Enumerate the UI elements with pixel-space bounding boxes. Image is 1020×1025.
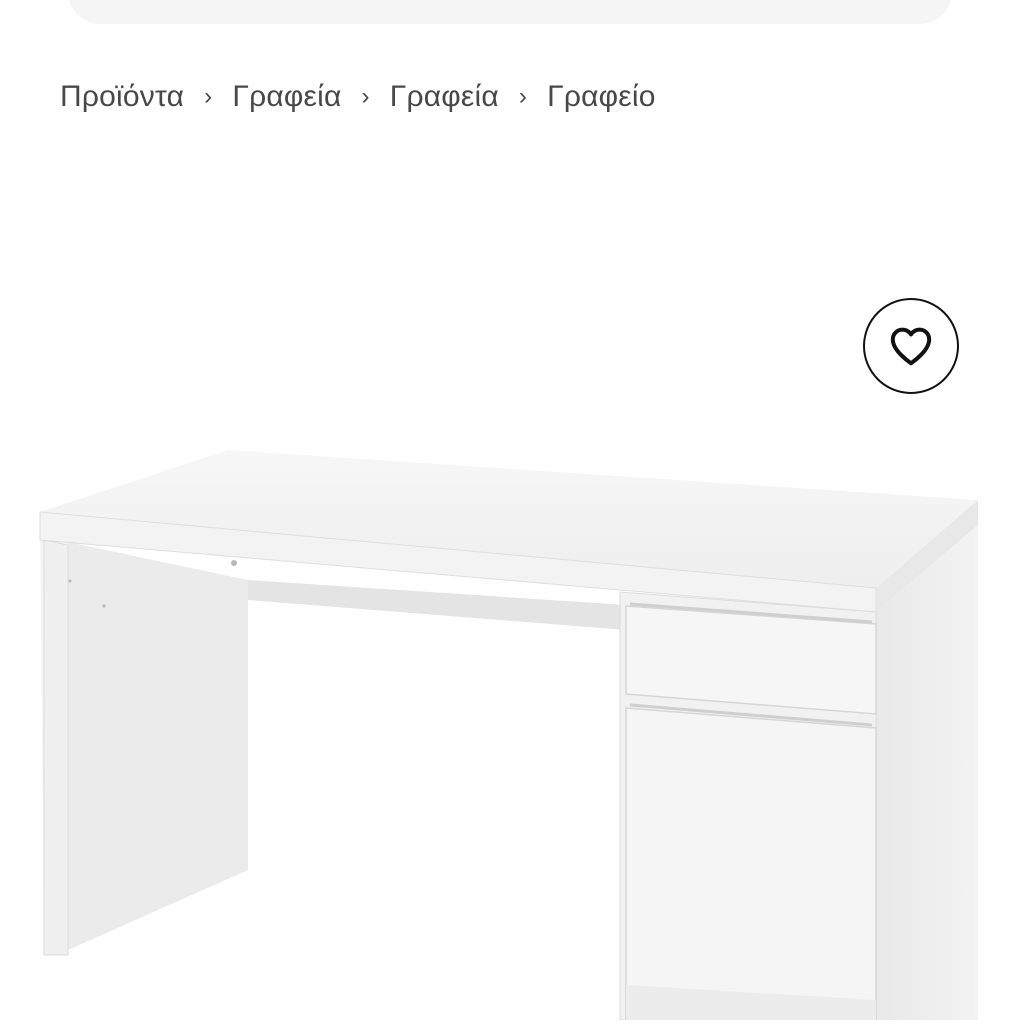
search-bar[interactable] (68, 0, 952, 24)
product-image[interactable] (0, 150, 1020, 1021)
breadcrumb-separator: › (361, 83, 370, 110)
breadcrumb-item-products[interactable]: Προϊόντα (60, 80, 184, 114)
breadcrumb: Προϊόντα › Γραφεία › Γραφεία › Γραφείο (60, 76, 656, 118)
breadcrumb-item-current: Γραφείο (547, 80, 656, 113)
breadcrumb-item-desks[interactable]: Γραφεία (232, 80, 341, 114)
desk-illustration (39, 450, 978, 1021)
heart-icon (890, 327, 932, 366)
favourite-button[interactable] (863, 298, 959, 394)
breadcrumb-separator: › (204, 83, 213, 110)
breadcrumb-item-desks-sub[interactable]: Γραφεία (390, 80, 499, 114)
breadcrumb-separator: › (518, 83, 528, 110)
